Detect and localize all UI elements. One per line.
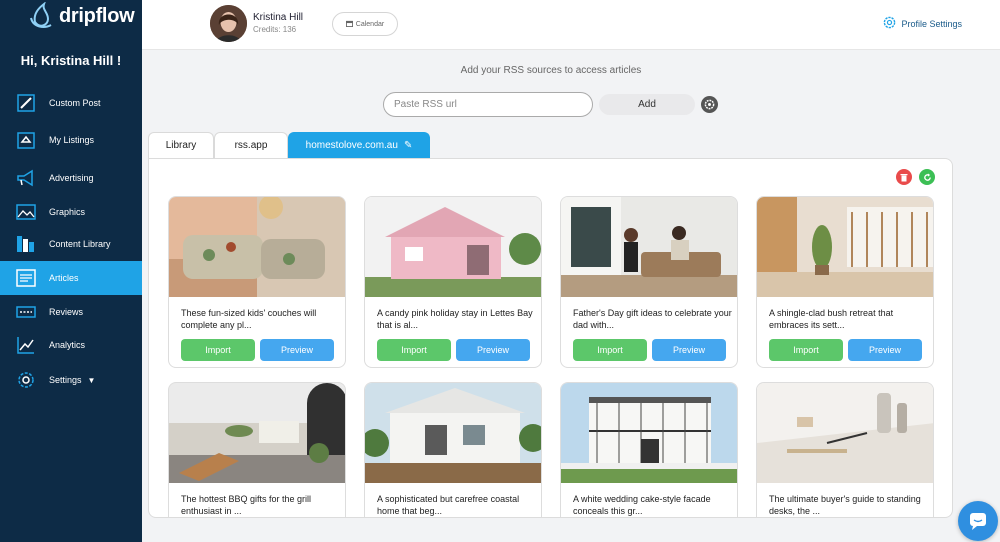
sidebar-item-label: Content Library [49, 239, 111, 249]
article-card: A white wedding cake-style facade concea… [560, 382, 738, 517]
image-icon [15, 201, 37, 223]
rss-hint: Add your RSS sources to access articles [460, 65, 642, 76]
sidebar-item-advertising[interactable]: Advertising [0, 161, 142, 195]
preview-button[interactable]: Preview [848, 339, 922, 361]
refresh-icon [923, 172, 931, 181]
article-card: These fun-sized kids' couches will compl… [168, 196, 346, 368]
article-title: The hottest BBQ gifts for the grill enth… [181, 494, 312, 516]
tab-label: Library [165, 140, 197, 151]
preview-button[interactable]: Preview [456, 339, 530, 361]
gear-icon [704, 99, 715, 110]
sidebar-item-label: Graphics [49, 207, 86, 217]
sidebar-item-my-listings[interactable]: My Listings [0, 123, 142, 157]
sidebar-item-label: Settings [49, 375, 82, 385]
user-name: Kristina Hill [253, 12, 304, 23]
sidebar-item-content-library[interactable]: Content Library [0, 227, 142, 261]
articles-panel: These fun-sized kids' couches will compl… [148, 158, 953, 518]
sidebar-item-label: Custom Post [49, 98, 101, 108]
analytics-icon [15, 334, 37, 356]
trash-icon [900, 173, 908, 181]
logo-text: dripflow [59, 4, 135, 27]
refresh-source-button[interactable] [919, 169, 935, 185]
sidebar-item-settings[interactable]: Settings ▼ [0, 363, 142, 397]
user-credits: Credits: 136 [253, 25, 297, 34]
tab-label: rss.app [234, 140, 268, 151]
calendar-icon [345, 20, 353, 29]
article-title: A white wedding cake-style facade concea… [573, 494, 711, 516]
article-thumbnail[interactable] [757, 383, 933, 483]
article-card: A sophisticated but carefree coastal hom… [364, 382, 542, 517]
tab-rss-app[interactable]: rss.app [214, 132, 288, 158]
article-title: These fun-sized kids' couches will compl… [181, 308, 317, 330]
article-thumbnail[interactable] [561, 383, 737, 483]
sidebar-item-analytics[interactable]: Analytics [0, 328, 142, 362]
rss-url-input[interactable] [383, 92, 593, 117]
edit-icon [15, 92, 37, 114]
calendar-label: Calendar [355, 20, 385, 28]
articles-icon [15, 267, 37, 289]
article-thumbnail[interactable] [365, 197, 541, 297]
reviews-icon [15, 301, 37, 323]
gear-icon [883, 16, 896, 31]
tab-library[interactable]: Library [148, 132, 214, 158]
greeting: Hi, Kristina Hill ! [20, 53, 122, 68]
calendar-button[interactable]: Calendar [332, 12, 398, 36]
logo-icon [30, 2, 52, 28]
sidebar-item-label: Analytics [49, 340, 86, 350]
preview-button[interactable]: Preview [652, 339, 726, 361]
article-title: A candy pink holiday stay in Lettes Bay … [377, 308, 533, 330]
sidebar-item-articles[interactable]: Articles [0, 261, 142, 295]
preview-button[interactable]: Preview [260, 339, 334, 361]
article-card: Father's Day gift ideas to celebrate you… [560, 196, 738, 368]
article-thumbnail[interactable] [561, 197, 737, 297]
tab-label: homestolove.com.au [305, 140, 398, 151]
megaphone-icon [15, 167, 37, 189]
rss-settings-button[interactable] [701, 96, 718, 113]
article-title: The ultimate buyer's guide to standing d… [769, 494, 921, 516]
chat-icon [970, 513, 986, 530]
dripflow-logo[interactable]: dripflow [30, 2, 135, 30]
avatar[interactable] [210, 5, 247, 42]
top-header: Kristina Hill Credits: 136 Calendar Prof… [142, 0, 1000, 50]
pencil-icon[interactable]: ✎ [404, 140, 412, 151]
article-thumbnail[interactable] [757, 197, 933, 297]
sidebar: dripflow Hi, Kristina Hill ! Custom Post… [0, 0, 142, 542]
sidebar-item-label: Reviews [49, 307, 84, 317]
chat-button[interactable] [958, 501, 998, 541]
import-button[interactable]: Import [769, 339, 843, 361]
article-card: A candy pink holiday stay in Lettes Bay … [364, 196, 542, 368]
import-button[interactable]: Import [377, 339, 451, 361]
sidebar-item-label: Advertising [49, 173, 94, 183]
listings-icon [15, 129, 37, 151]
sidebar-item-reviews[interactable]: Reviews [0, 295, 142, 329]
article-title: A sophisticated but carefree coastal hom… [377, 494, 520, 516]
article-title: Father's Day gift ideas to celebrate you… [573, 308, 732, 330]
profile-settings-label: Profile Settings [901, 18, 962, 29]
add-rss-button[interactable]: Add [599, 94, 695, 115]
article-thumbnail[interactable] [365, 383, 541, 483]
import-button[interactable]: Import [181, 339, 255, 361]
delete-source-button[interactable] [896, 169, 912, 185]
article-title: A shingle-clad bush retreat that embrace… [769, 308, 894, 330]
article-thumbnail[interactable] [169, 383, 345, 483]
tab-homestolove[interactable]: homestolove.com.au ✎ [288, 132, 430, 158]
article-card: The hottest BBQ gifts for the grill enth… [168, 382, 346, 517]
settings-icon [15, 369, 37, 391]
sidebar-item-label: My Listings [49, 135, 95, 145]
sidebar-item-label: Articles [49, 273, 79, 283]
profile-settings-link[interactable]: Profile Settings [883, 16, 962, 31]
sidebar-item-custom-post[interactable]: Custom Post [0, 86, 142, 120]
library-icon [15, 233, 37, 255]
article-card: The ultimate buyer's guide to standing d… [756, 382, 934, 517]
chevron-down-icon: ▼ [87, 375, 96, 385]
article-thumbnail[interactable] [169, 197, 345, 297]
sidebar-item-graphics[interactable]: Graphics [0, 195, 142, 229]
article-card: A shingle-clad bush retreat that embrace… [756, 196, 934, 368]
import-button[interactable]: Import [573, 339, 647, 361]
